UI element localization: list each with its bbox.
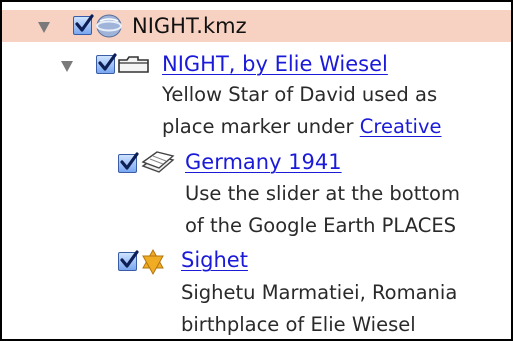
- tree-label-night-kmz: NIGHT.kmz: [132, 14, 247, 38]
- folder-icon: [118, 56, 149, 73]
- image-overlay-icon: [141, 151, 175, 173]
- star-of-david-icon: [142, 248, 164, 276]
- checkmark-icon: [120, 152, 139, 170]
- folder-description-text: place marker under: [162, 115, 360, 138]
- checkbox-sighet[interactable]: [118, 250, 139, 271]
- folder-description-line-2: place marker under Creative: [162, 112, 442, 141]
- globe-icon: [96, 14, 122, 38]
- places-panel: NIGHT.kmz NIGHT, by Elie Wiesel Yellow S…: [0, 0, 513, 341]
- checkbox-germany-1941[interactable]: [118, 152, 139, 173]
- germany-description-line-1: Use the slider at the bottom: [185, 182, 460, 205]
- link-sighet[interactable]: Sighet: [181, 247, 248, 273]
- sighet-description-line-2: birthplace of Elie Wiesel: [181, 313, 416, 336]
- link-germany-1941[interactable]: Germany 1941: [185, 149, 342, 175]
- expand-triangle-icon[interactable]: [38, 22, 50, 33]
- tree-row-night-kmz[interactable]: NIGHT.kmz: [2, 10, 511, 42]
- link-creative[interactable]: Creative: [360, 115, 442, 138]
- checkmark-icon: [98, 53, 117, 71]
- expand-triangle-icon[interactable]: [61, 61, 73, 72]
- checkbox-night-kmz[interactable]: [73, 14, 94, 35]
- checkmark-icon: [75, 14, 94, 32]
- checkmark-icon: [120, 250, 139, 268]
- sighet-description-line-1: Sighetu Marmatiei, Romania: [181, 281, 458, 304]
- germany-description-line-2: of the Google Earth PLACES: [185, 214, 457, 237]
- folder-description-line-1: Yellow Star of David used as: [162, 83, 438, 106]
- checkbox-night-folder[interactable]: [96, 53, 117, 74]
- link-night-by-elie-wiesel[interactable]: NIGHT, by Elie Wiesel: [162, 51, 388, 77]
